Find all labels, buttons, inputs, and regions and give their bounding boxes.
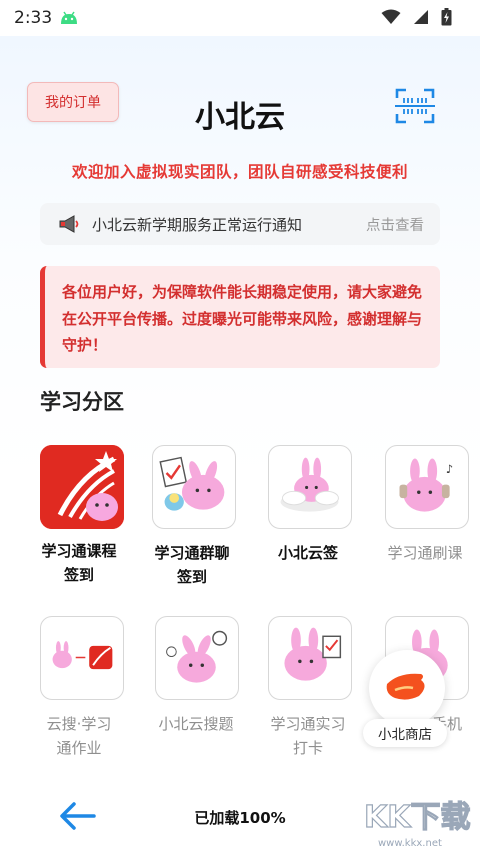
tile-label: 学习通实习 打卡 [270,715,346,757]
slogan-text: 欢迎加入虚拟现实团队，团队自研感受科技便利 [71,163,408,181]
android-icon [61,11,78,24]
bunny-mirror-icon [166,630,228,683]
svg-text:♪: ♪ [446,462,453,476]
tile-label: 学习通课程 签到 [41,542,117,584]
svg-text:KK下载: KK下载 [364,800,471,835]
notice-view-link[interactable]: 点击查看 [366,214,424,235]
status-bar: 2:33 [0,0,480,36]
warning-banner: 各位用户好，为保障软件能长期稳定使用，请大家避免在公开平台传播。过度曝光可能带来… [40,266,440,368]
xuexitong-logo-icon [40,445,124,529]
shop-float-button[interactable] [369,650,445,726]
tile-label: 学习通刷课 [387,544,463,562]
signal-icon [414,10,428,24]
xuexitong-internship-checkin-tile[interactable] [268,616,352,700]
warning-text: 各位用户好，为保障软件能长期稳定使用，请大家避免在公开平台传播。过度曝光可能带来… [62,283,423,354]
watermark-logo: KK下载 [363,799,471,835]
bunny-checklist-icon [159,456,225,511]
tile-label: 云搜·学习 通作业 [46,715,112,757]
megaphone-icon [59,215,79,233]
cloud-search-homework-tile[interactable] [40,616,124,700]
xiaobeiyun-search-question-tile[interactable] [155,616,239,700]
status-time: 2:33 [14,8,53,28]
bunny-xuexitong-icon [52,641,113,670]
battery-icon [441,8,452,26]
notice-text: 小北云新学期服务正常运行通知 [92,215,303,234]
shop-logo-icon [386,673,425,700]
tile-label: 学习通群聊 签到 [154,544,230,586]
section-title: 学习分区 [40,390,124,414]
tile-label: 小北云搜题 [158,715,234,733]
scan-icon[interactable] [393,86,437,126]
xuexitong-course-signin-tile[interactable] [40,445,124,529]
wifi-icon [381,9,401,24]
bunny-clipboard-icon [284,627,342,681]
bunny-cloud-icon [280,457,339,512]
xuexitong-brush-course-tile[interactable]: ♪ [385,445,469,529]
notice-bar[interactable]: 小北云新学期服务正常运行通知 点击查看 [40,203,440,245]
watermark-url: www.kkx.net [378,838,442,849]
tile-label: 小北云签 [277,544,338,562]
bunny-headphones-icon: ♪ [399,458,453,512]
xuexitong-group-signin-tile[interactable] [152,445,236,529]
xiaobeiyun-signin-tile[interactable] [268,445,352,529]
shop-label[interactable]: 小北商店 [363,719,447,747]
